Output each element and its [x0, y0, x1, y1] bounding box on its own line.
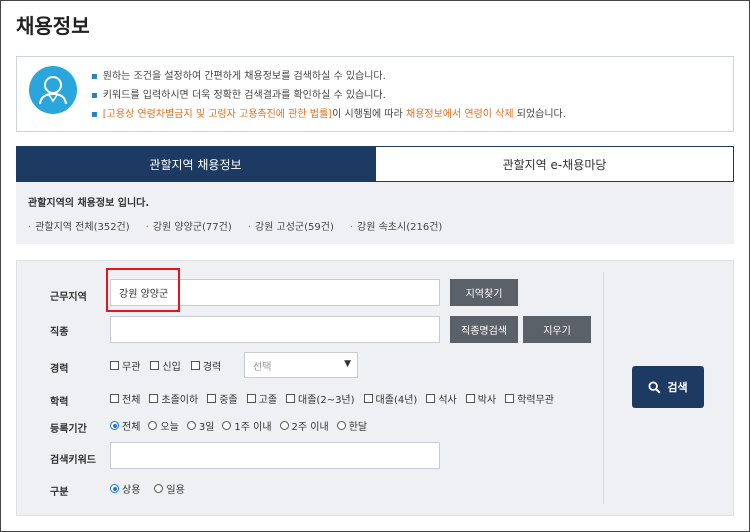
job-type-label: 직종 [50, 327, 69, 338]
period-options: 전체 오늘 3일 1주 이내 2주 이내 한달 [110, 418, 375, 433]
career-select[interactable]: 선택 ▼ [244, 352, 358, 378]
edu-checkbox-irrelevant[interactable]: 학력무관 [505, 391, 554, 406]
category-radio-regular[interactable]: 상용 [110, 481, 140, 496]
edu-checkbox-college[interactable]: 대졸(2~3년) [286, 391, 355, 406]
highlight-box [106, 268, 180, 312]
period-radio-1week[interactable]: 1주 이내 [222, 418, 272, 433]
age-removed-notice: 채용정보에서 연령이 삭제 [406, 109, 514, 120]
form-divider [603, 272, 604, 504]
career-checkbox-none[interactable]: 무관 [110, 358, 140, 373]
region-link-yangyang[interactable]: · 강원 양양군(77건) [146, 218, 232, 233]
region-link-goseong[interactable]: · 강원 고성군(59건) [248, 218, 334, 233]
period-radio-all[interactable]: 전체 [110, 418, 140, 433]
region-title: 관할지역의 채용정보 입니다. [28, 198, 150, 209]
edu-checkbox-elementary[interactable]: 초졸이하 [149, 391, 198, 406]
region-summary: 관할지역의 채용정보 입니다. · 관할지역 전체(352건) · 강원 양양군(7… [16, 182, 734, 244]
edu-checkbox-phd[interactable]: 박사 [465, 391, 496, 406]
edu-checkbox-master[interactable]: 석사 [426, 391, 457, 406]
tab-jurisdiction-jobs[interactable]: 관할지역 채용정보 [16, 146, 375, 182]
education-options: 전체 초졸이하 중졸 고졸 대졸(2~3년) 대졸(4년) 석사 박사 학력무관 [110, 391, 554, 406]
period-radio-3days[interactable]: 3일 [186, 418, 214, 433]
edu-checkbox-all[interactable]: 전체 [110, 391, 140, 406]
chevron-down-icon: ▼ [344, 359, 351, 369]
info-line-2: ▪ 키워드를 입력하시면 더욱 정확한 검색결과를 확인하실 수 있습니다. [91, 90, 386, 101]
career-options: 무관 신입 경력 [110, 358, 231, 373]
region-link-sokcho[interactable]: · 강원 속초시(216건) [350, 218, 442, 233]
work-area-label: 근무지역 [50, 292, 87, 303]
page-title: 채용정보 [16, 14, 90, 38]
category-radio-daily[interactable]: 일용 [154, 481, 185, 496]
category-label: 구분 [50, 487, 69, 498]
job-type-input[interactable] [110, 316, 440, 343]
keyword-input[interactable] [110, 442, 440, 469]
period-radio-month[interactable]: 한달 [336, 418, 367, 433]
region-link-all[interactable]: · 관할지역 전체(352건) [28, 218, 130, 233]
edu-checkbox-middle[interactable]: 중졸 [207, 391, 238, 406]
edu-checkbox-university[interactable]: 대졸(4년) [363, 391, 417, 406]
period-label: 등록기간 [50, 424, 87, 435]
category-options: 상용 일용 [110, 481, 193, 496]
job-name-search-button[interactable]: 직종명검색 [450, 316, 518, 343]
period-radio-today[interactable]: 오늘 [148, 418, 179, 433]
info-line-3: ▪ [고용상 연령차별금지 및 고령자 고용촉진에 관한 법률]이 시행됨에 따라… [91, 109, 566, 120]
career-checkbox-new[interactable]: 신입 [150, 358, 181, 373]
keyword-label: 검색키워드 [50, 455, 96, 466]
info-box: ▪ 원하는 조건을 설정하여 간편하게 채용정보를 검색하실 수 있습니다. ▪ 키… [16, 56, 734, 132]
user-avatar-icon [29, 66, 77, 114]
career-checkbox-experienced[interactable]: 경력 [190, 358, 221, 373]
tab-e-recruitment[interactable]: 관할지역 e-채용마당 [375, 146, 734, 182]
law-name: [고용상 연령차별금지 및 고령자 고용촉진에 관한 법률] [102, 109, 333, 120]
clear-button[interactable]: 지우기 [523, 316, 591, 343]
search-button[interactable]: 검색 [632, 366, 704, 408]
period-radio-2weeks[interactable]: 2주 이내 [279, 418, 329, 433]
find-region-button[interactable]: 지역찾기 [450, 279, 518, 306]
career-label: 경력 [50, 364, 69, 375]
search-icon [648, 380, 661, 394]
education-label: 학력 [50, 397, 69, 408]
info-line-1: ▪ 원하는 조건을 설정하여 간편하게 채용정보를 검색하실 수 있습니다. [91, 71, 386, 82]
edu-checkbox-high[interactable]: 고졸 [246, 391, 277, 406]
